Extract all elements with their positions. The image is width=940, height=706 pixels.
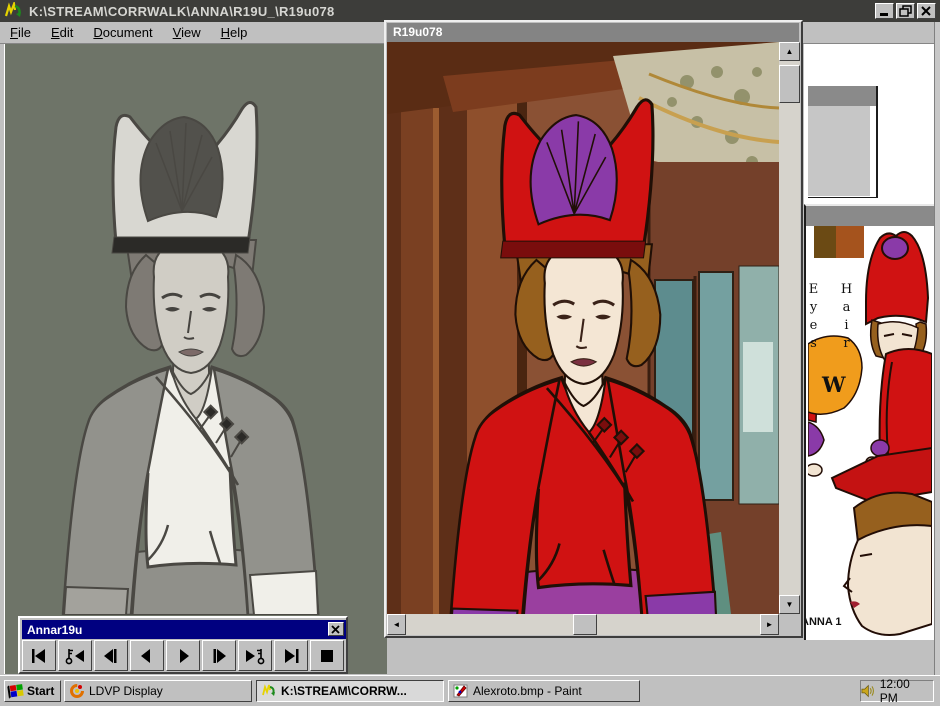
next-key-button[interactable] — [238, 640, 272, 671]
model-sheet-caption: ANNA 1 — [804, 616, 842, 628]
grayscale-photo — [5, 44, 387, 674]
scroll-down-icon[interactable]: ▼ — [779, 595, 800, 614]
control-window-title: Annar19u — [27, 623, 82, 637]
stream-icon — [261, 683, 277, 699]
ldvp-icon — [69, 683, 85, 699]
skip-start-button[interactable] — [22, 640, 56, 671]
play-forward-button[interactable] — [166, 640, 200, 671]
screen: K:\STREAM\CORRWALK\ANNA\R19U_\R19u078 Fi… — [0, 0, 940, 706]
vertical-scroll-thumb[interactable] — [779, 65, 800, 103]
task-label: K:\STREAM\CORRW... — [281, 684, 407, 698]
menu-edit[interactable]: Edit — [49, 23, 75, 42]
model-sheet-art — [808, 226, 932, 640]
stop-button[interactable] — [310, 640, 344, 671]
paint-icon — [453, 683, 469, 699]
reference-window-title-bar[interactable] — [804, 204, 934, 226]
grayscale-photo-pane — [4, 44, 386, 674]
system-tray: 12:00 PM — [860, 680, 934, 702]
vertical-scrollbar[interactable]: ▲ ▼ — [779, 42, 800, 614]
restore-button[interactable] — [896, 3, 915, 19]
menu-document[interactable]: Document — [91, 23, 154, 42]
hair-label: Hair — [839, 282, 854, 354]
taskbar: Start LDVP Display K:\STREAM\CORRW... — [0, 675, 940, 706]
scroll-up-icon[interactable]: ▲ — [779, 42, 800, 61]
image-window: R19u078 — [384, 20, 803, 638]
scroll-right-icon[interactable]: ► — [760, 614, 779, 635]
main-window-title: K:\STREAM\CORRWALK\ANNA\R19U_\R19u078 — [29, 4, 335, 19]
menu-file[interactable]: File — [8, 23, 33, 42]
step-forward-button[interactable] — [202, 640, 236, 671]
volume-icon[interactable] — [861, 684, 876, 698]
control-window-title-bar[interactable]: Annar19u — [22, 620, 346, 639]
menu-view[interactable]: View — [171, 23, 203, 42]
horizontal-scroll-thumb[interactable] — [573, 614, 597, 635]
control-window: Annar19u — [18, 616, 348, 674]
transport-buttons — [22, 640, 346, 673]
reference-model-sheet: Eyes Hair W ANNA 1 — [804, 226, 934, 640]
task-label: Alexroto.bmp - Paint — [473, 684, 582, 698]
app-icon — [3, 2, 25, 20]
menu-help[interactable]: Help — [219, 23, 250, 42]
background-mini-window — [808, 86, 878, 198]
mini-window-title-bar[interactable] — [808, 86, 876, 106]
control-close-icon[interactable] — [328, 622, 344, 636]
w-label: W — [822, 372, 846, 397]
scrollbar-corner — [779, 614, 800, 635]
mini-window-body — [808, 106, 870, 196]
color-swatch-rust — [836, 226, 864, 258]
main-title-bar[interactable]: K:\STREAM\CORRWALK\ANNA\R19U_\R19u078 — [0, 0, 940, 22]
play-backward-button[interactable] — [130, 640, 164, 671]
task-stream-viewer[interactable]: K:\STREAM\CORRW... — [256, 680, 444, 702]
close-button[interactable] — [917, 3, 936, 19]
task-paint[interactable]: Alexroto.bmp - Paint — [448, 680, 640, 702]
start-label: Start — [27, 684, 54, 698]
step-back-button[interactable] — [94, 640, 128, 671]
minimize-button[interactable] — [875, 3, 894, 19]
image-window-title-bar[interactable]: R19u078 — [387, 23, 799, 42]
windows-logo-icon — [7, 683, 25, 699]
task-ldvp-display[interactable]: LDVP Display — [64, 680, 252, 702]
task-label: LDVP Display — [89, 684, 163, 698]
horizontal-scrollbar[interactable]: ◄ ► — [387, 614, 779, 635]
scroll-left-icon[interactable]: ◄ — [387, 614, 406, 635]
main-window: K:\STREAM\CORRWALK\ANNA\R19U_\R19u078 Fi… — [0, 0, 940, 675]
color-swatch-dark-brown — [814, 226, 836, 258]
previous-key-button[interactable] — [58, 640, 92, 671]
clock[interactable]: 12:00 PM — [880, 677, 927, 705]
start-button[interactable]: Start — [4, 680, 61, 702]
skip-end-button[interactable] — [274, 640, 308, 671]
window-frame-edge — [934, 22, 940, 675]
eyes-label: Eyes — [806, 282, 821, 354]
colorized-image — [387, 42, 779, 614]
